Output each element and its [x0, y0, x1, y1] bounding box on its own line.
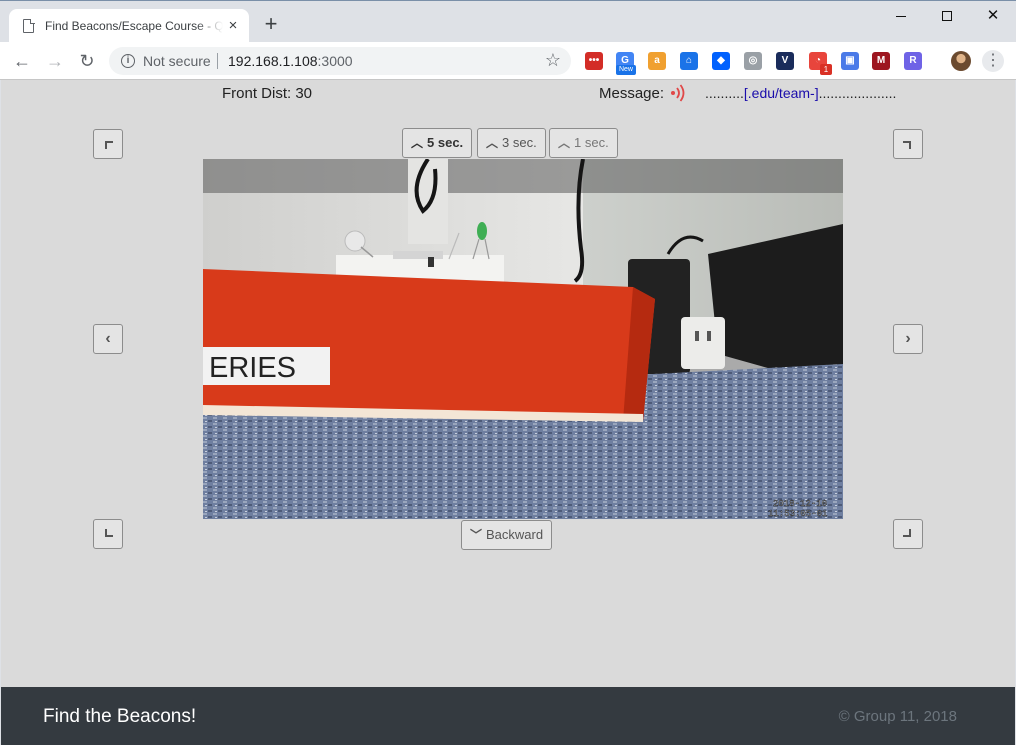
bookmark-star-icon[interactable]: ☆: [545, 50, 561, 71]
backward-left-button[interactable]: [93, 519, 123, 549]
chevron-up-icon: ︿: [558, 136, 571, 150]
new-badge: New: [616, 65, 636, 75]
maximize-icon: [942, 11, 952, 21]
forward-right-button[interactable]: [893, 129, 923, 159]
page-footer: Find the Beacons! © Group 11, 2018: [1, 687, 1015, 745]
minimize-icon: [896, 16, 906, 17]
minimize-button[interactable]: [878, 5, 924, 29]
tab-title: Find Beacons/Escape Course - Qu: [45, 19, 223, 33]
message-prefix: ..........: [705, 85, 744, 101]
chevron-right-icon: ›: [905, 330, 911, 347]
url-host: 192.168.1.108: [228, 53, 318, 69]
url-text[interactable]: 192.168.1.108:3000: [228, 53, 353, 69]
backward-button[interactable]: ﹀ Backward: [461, 520, 553, 550]
timestamp-time: 11:53:05-01: [768, 509, 827, 519]
chevron-down-icon: ﹀: [470, 528, 483, 542]
dropbox-icon[interactable]: ◆: [712, 52, 730, 70]
corner-down-left-icon: [105, 529, 113, 537]
security-label[interactable]: Not secure: [143, 53, 211, 69]
back-arrow-icon[interactable]: ←: [10, 49, 34, 73]
tab-close-button[interactable]: ×: [225, 18, 241, 34]
r-extension-icon[interactable]: R: [904, 52, 922, 70]
footer-copyright: © Group 11, 2018: [838, 708, 957, 725]
browser-tab[interactable]: Find Beacons/Escape Course - Qu ×: [9, 9, 249, 43]
forward-1-label: 1 sec.: [574, 135, 609, 150]
corner-up-left-icon: [105, 141, 113, 149]
timestamp-date: 2018-12-10: [773, 499, 827, 509]
page-content: Front Dist: 30 Message: ..........[.edu/…: [1, 80, 1015, 687]
lastpass-icon[interactable]: •••: [585, 52, 603, 70]
url-port: :3000: [317, 53, 353, 69]
corner-down-right-icon: [903, 529, 911, 537]
page-icon: [23, 18, 35, 33]
beacon-signal-icon: [671, 84, 685, 102]
extension-count-badge: 1: [820, 64, 832, 75]
forward-3-label: 3 sec.: [502, 135, 537, 150]
omnibox-divider: [217, 53, 218, 69]
message-link[interactable]: [.edu/team-]: [744, 85, 819, 101]
turn-right-button[interactable]: ›: [893, 324, 923, 354]
footer-title: Find the Beacons!: [43, 706, 197, 727]
turn-left-button[interactable]: ‹: [93, 324, 123, 354]
forward-5-sec-button[interactable]: ︿ 5 sec.: [402, 128, 473, 158]
forward-1-sec-button[interactable]: ︿ 1 sec.: [549, 128, 618, 158]
browser-titlebar: Find Beacons/Escape Course - Qu × + ✕: [0, 0, 1016, 43]
new-tab-button[interactable]: +: [260, 13, 282, 36]
reload-icon[interactable]: ↻: [75, 49, 99, 73]
camera-image: ERIES 2018-12-10 11:53:05-01: [203, 159, 843, 519]
forward-left-button[interactable]: [93, 129, 123, 159]
institution-icon[interactable]: ⌂: [680, 52, 698, 70]
backward-right-button[interactable]: [893, 519, 923, 549]
chevron-up-icon: ︿: [411, 136, 424, 150]
forward-5-label: 5 sec.: [427, 135, 464, 150]
forward-arrow-icon[interactable]: →: [43, 49, 67, 73]
maximize-button[interactable]: [924, 5, 970, 29]
chevron-up-icon: ︿: [486, 136, 499, 150]
front-distance-readout: Front Dist: 30: [222, 85, 313, 102]
chrome-menu-icon[interactable]: ⋮: [982, 50, 1004, 72]
chevron-left-icon: ‹: [105, 330, 111, 347]
browser-toolbar: ← → ↻ i Not secure 192.168.1.108:3000 ☆ …: [0, 42, 1016, 80]
corner-up-right-icon: [903, 141, 911, 149]
backward-label: Backward: [486, 527, 544, 542]
profile-avatar[interactable]: [951, 51, 971, 71]
vimeo-icon[interactable]: V: [776, 52, 794, 70]
fingerprint-icon[interactable]: ◎: [744, 52, 762, 70]
address-bar[interactable]: i Not secure 192.168.1.108:3000 ☆: [109, 47, 571, 75]
close-window-button[interactable]: ✕: [970, 5, 1016, 29]
box-label: ERIES: [209, 352, 296, 384]
amazon-icon[interactable]: a: [648, 52, 666, 70]
mendeley-icon[interactable]: M: [872, 52, 890, 70]
message-label: Message:: [599, 85, 665, 102]
bookmark-manager-icon[interactable]: ▣: [841, 52, 859, 70]
info-icon[interactable]: i: [121, 54, 135, 68]
forward-3-sec-button[interactable]: ︿ 3 sec.: [477, 128, 546, 158]
message-suffix: ....................: [818, 85, 897, 101]
message-text: ..........[.edu/team-]..................…: [705, 85, 896, 101]
camera-feed: ERIES 2018-12-10 11:53:05-01: [203, 159, 843, 519]
